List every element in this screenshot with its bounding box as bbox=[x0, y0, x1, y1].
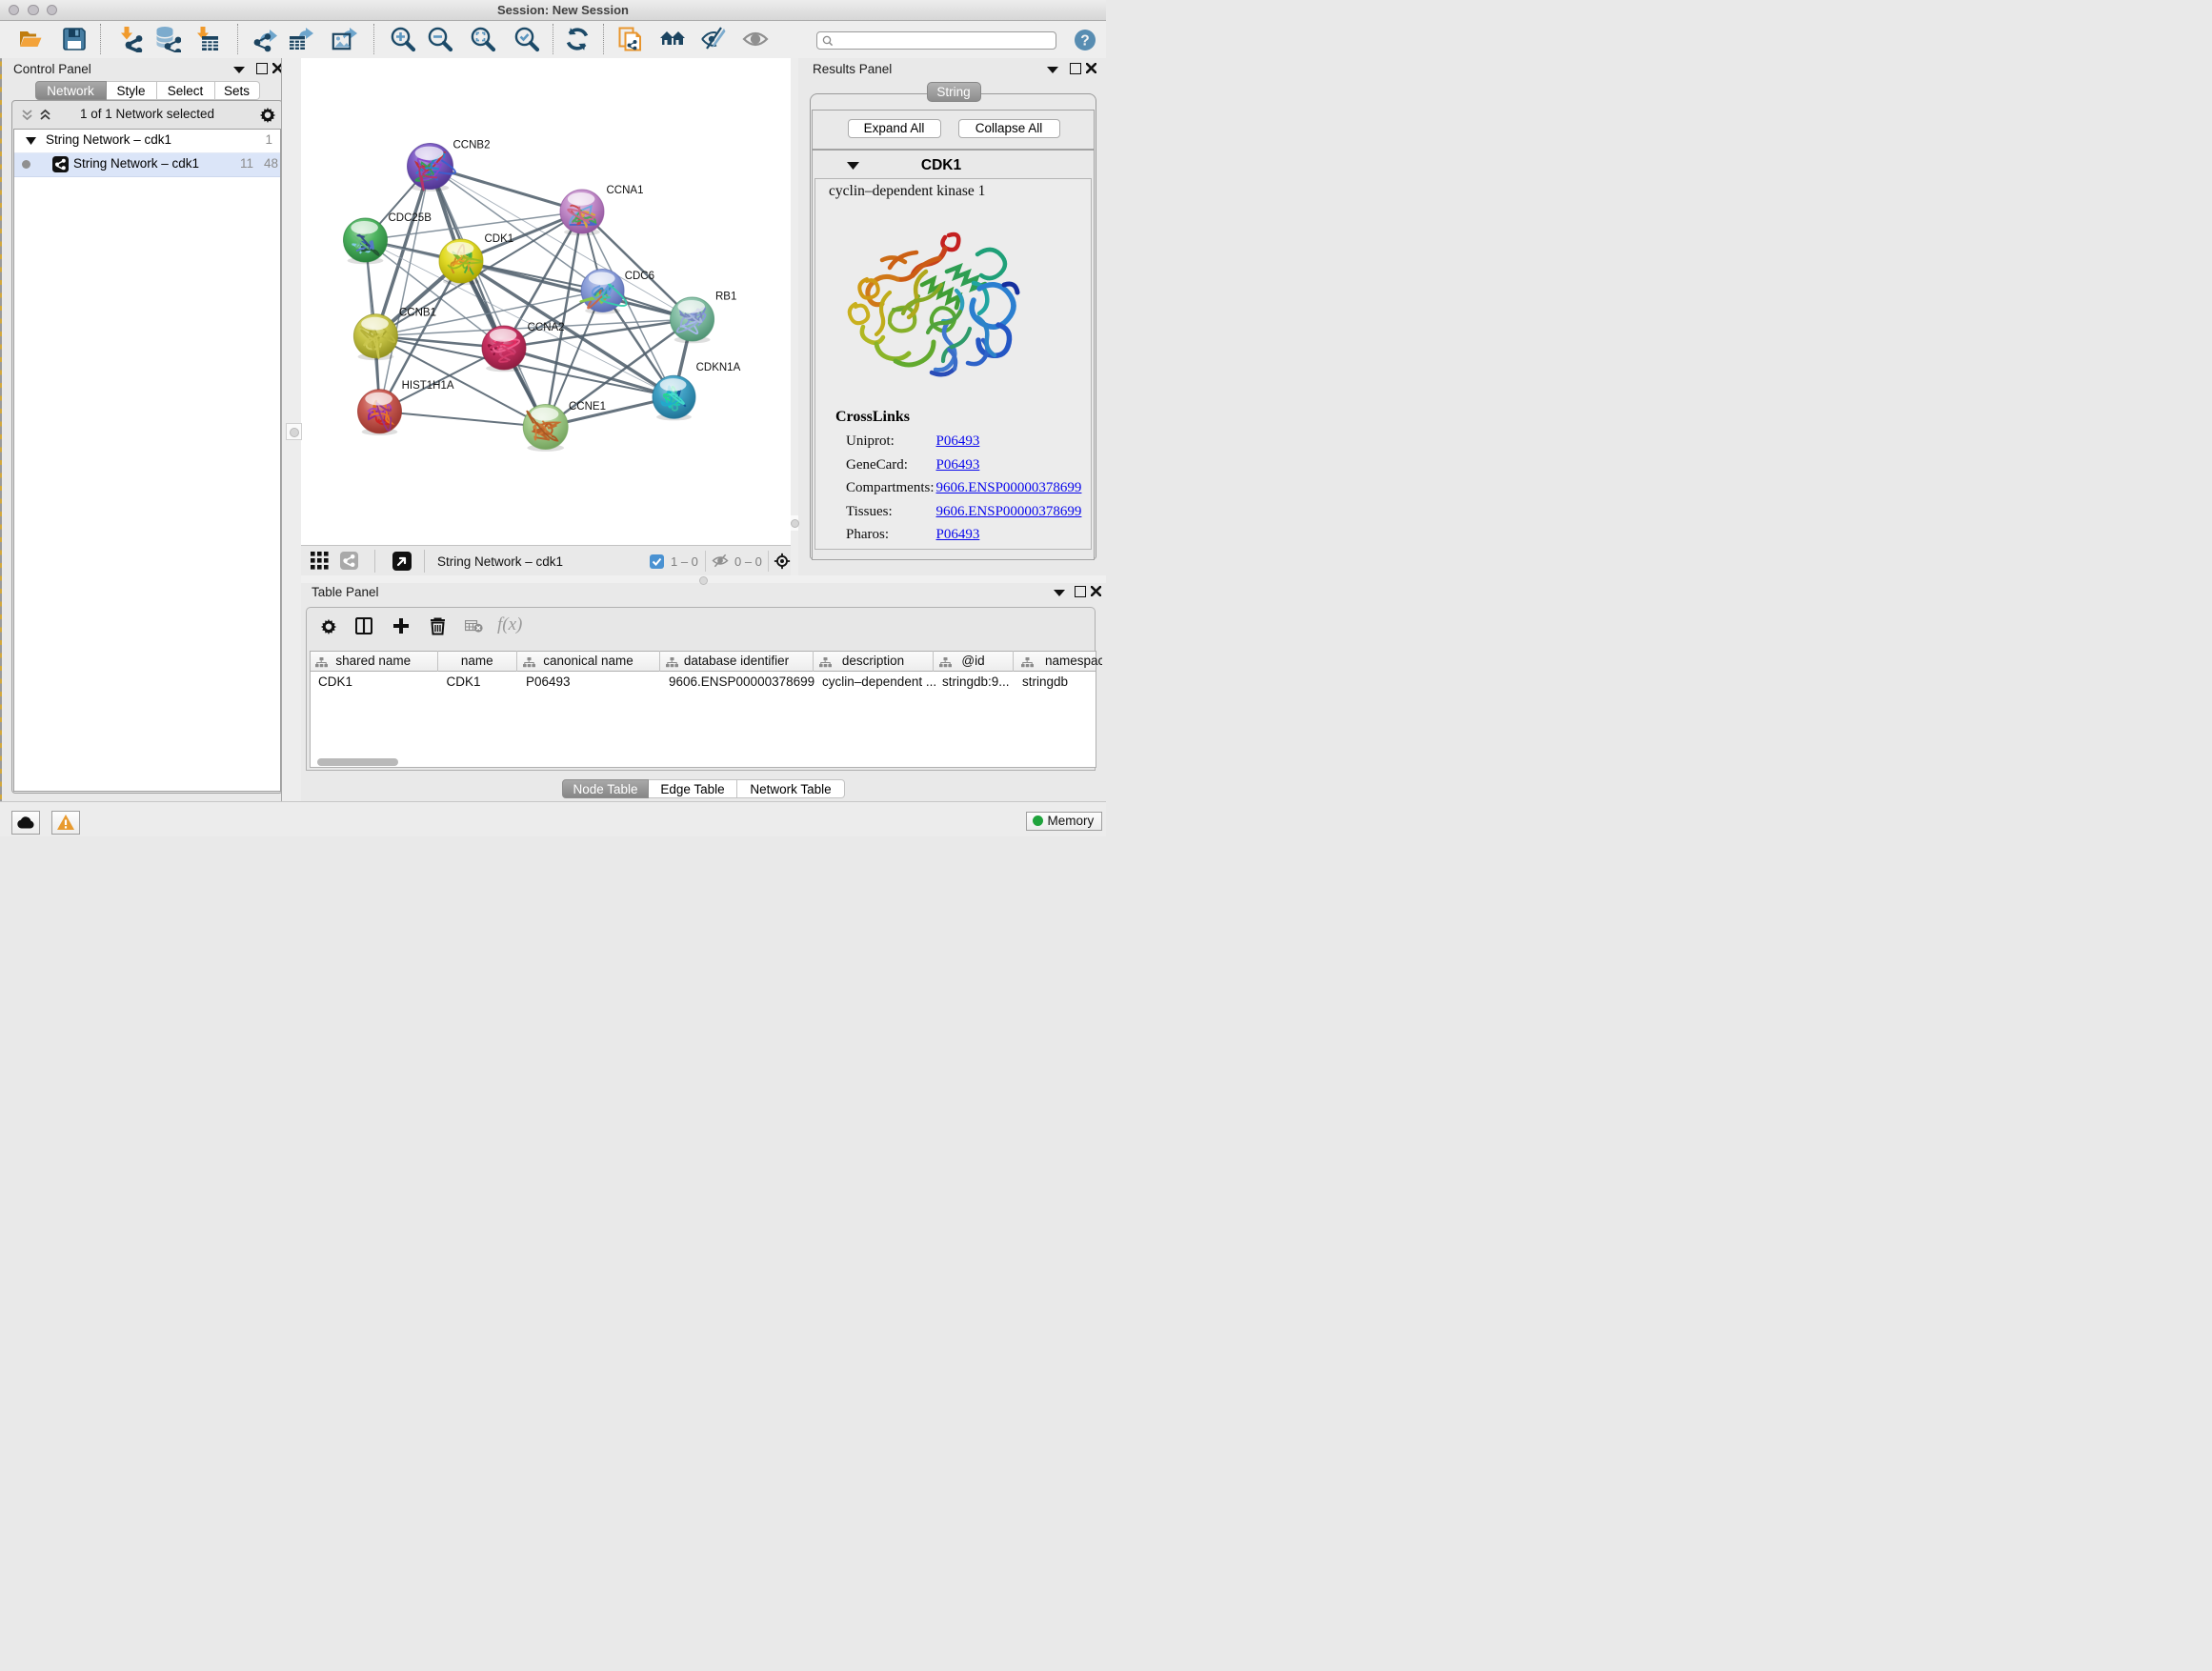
svg-text:CDC25B: CDC25B bbox=[389, 212, 432, 224]
svg-text:RB1: RB1 bbox=[715, 292, 736, 303]
svg-text:CDC6: CDC6 bbox=[625, 271, 654, 282]
svg-text:CCNA2: CCNA2 bbox=[528, 322, 565, 333]
svg-text:CCNA1: CCNA1 bbox=[607, 185, 644, 196]
svg-text:CCNB1: CCNB1 bbox=[399, 308, 436, 319]
svg-text:HIST1H1A: HIST1H1A bbox=[402, 380, 454, 392]
svg-text:CCNE1: CCNE1 bbox=[569, 401, 606, 413]
svg-text:?: ? bbox=[1080, 33, 1089, 50]
svg-text:CDKN1A: CDKN1A bbox=[696, 362, 741, 373]
svg-text:CDK1: CDK1 bbox=[485, 233, 514, 245]
svg-text:CCNB2: CCNB2 bbox=[453, 140, 491, 151]
